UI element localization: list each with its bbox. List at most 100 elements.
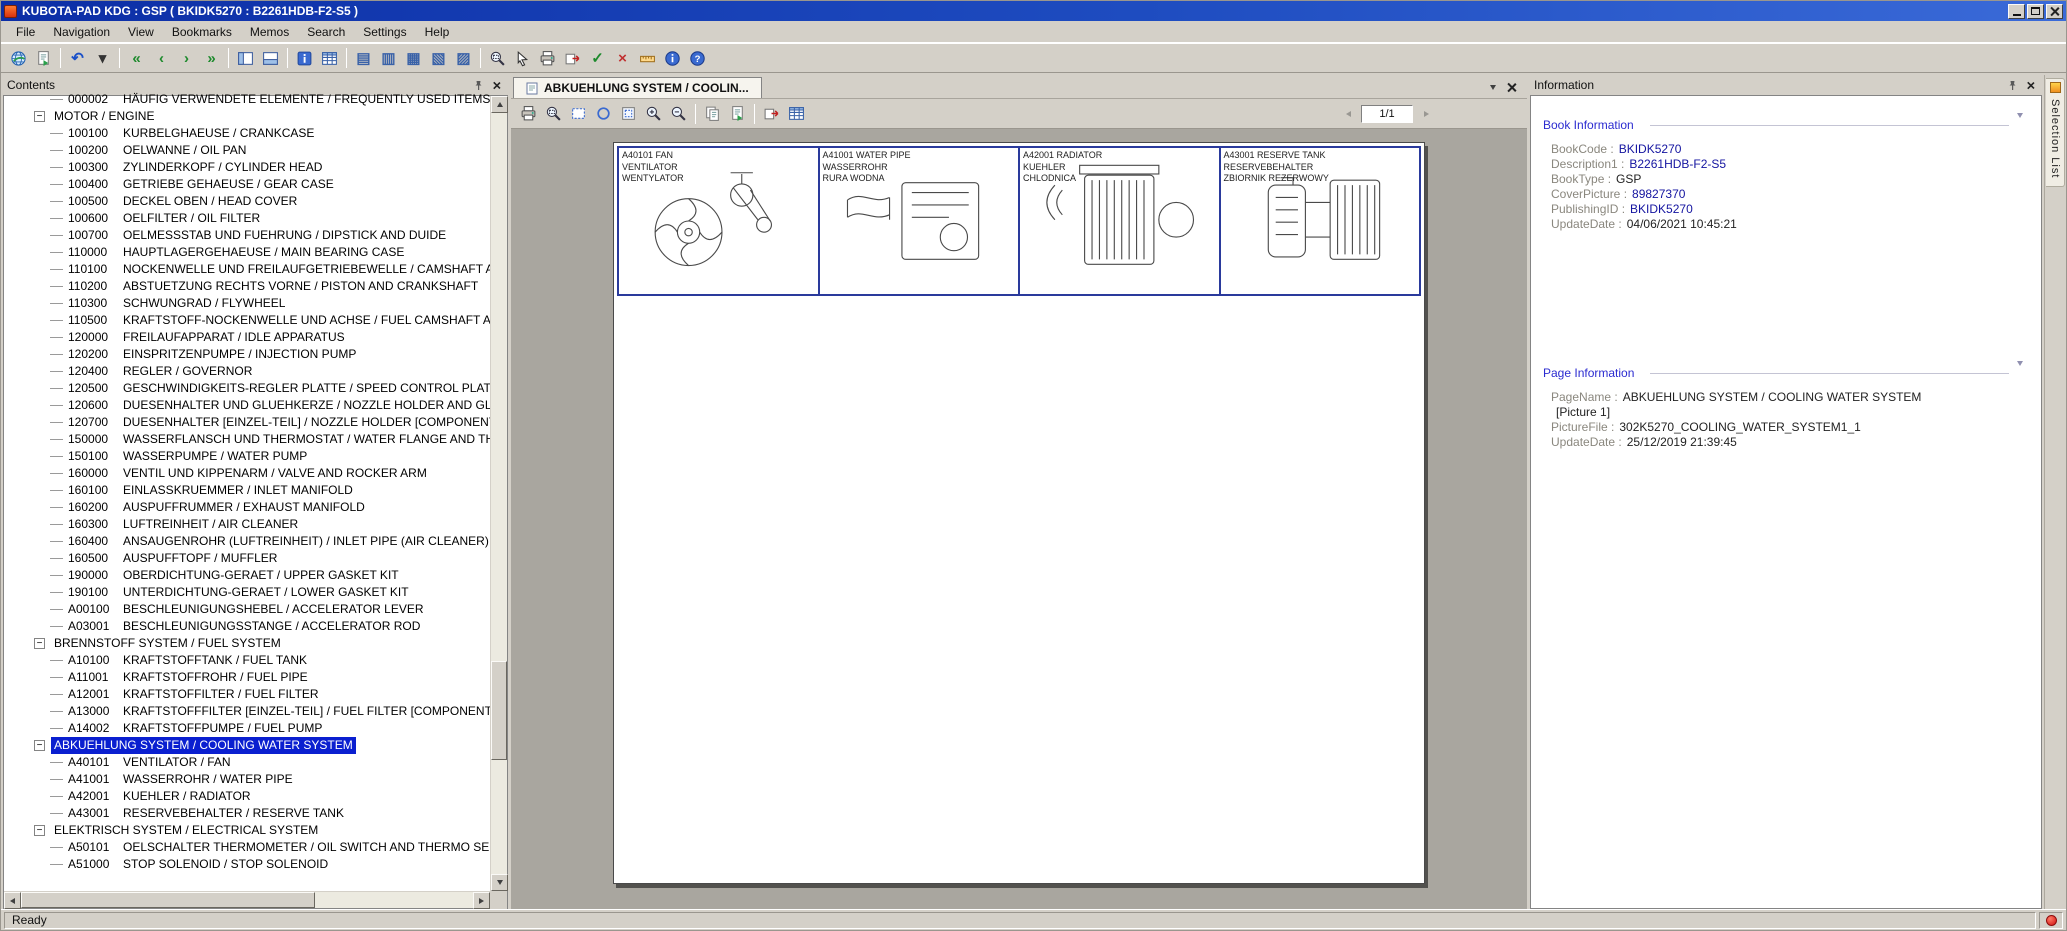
tree-item[interactable]: A43001RESERVEBEHALTER / RESERVE TANK <box>4 805 490 822</box>
tree-item[interactable]: 160000VENTIL UND KIPPENARM / VALVE AND R… <box>4 465 490 482</box>
tree-branch[interactable]: −ELEKTRISCH SYSTEM / ELECTRICAL SYSTEM <box>4 822 490 839</box>
zoom-out-icon[interactable] <box>666 102 691 126</box>
tree-item[interactable]: 160500AUSPUFFTOPF / MUFFLER <box>4 550 490 567</box>
collapse-icon[interactable]: − <box>34 740 45 751</box>
help-icon[interactable]: ? <box>685 46 710 70</box>
tree-item[interactable]: 120200EINSPRITZENPUMPE / INJECTION PUMP <box>4 346 490 363</box>
tree-branch[interactable]: −MOTOR / ENGINE <box>4 108 490 125</box>
tree-item[interactable]: 100200OELWANNE / OIL PAN <box>4 142 490 159</box>
verify-icon[interactable]: ✓ <box>585 46 610 70</box>
pointer-icon[interactable] <box>510 46 535 70</box>
tree-item[interactable]: 190000OBERDICHTUNG-GERAET / UPPER GASKET… <box>4 567 490 584</box>
part-thumbnail-A41001[interactable]: A41001 WATER PIPEWASSERROHRRURA WODNA <box>820 148 1021 294</box>
grid-view-icon[interactable]: ▦ <box>401 46 426 70</box>
select-frame-icon[interactable] <box>616 102 641 126</box>
tree-item[interactable]: 150100WASSERPUMPE / WATER PUMP <box>4 448 490 465</box>
tree-item[interactable]: 110300SCHWUNGRAD / FLYWHEEL <box>4 295 490 312</box>
shaded-view-icon[interactable]: ▧ <box>426 46 451 70</box>
horizontal-scroll-track[interactable] <box>21 892 473 908</box>
menu-settings[interactable]: Settings <box>354 22 415 42</box>
tree-item[interactable]: A40101VENTILATOR / FAN <box>4 754 490 771</box>
maximize-button[interactable] <box>2027 4 2044 19</box>
tree-item[interactable]: A41001WASSERROHR / WATER PIPE <box>4 771 490 788</box>
tab-cooling-system[interactable]: ABKUEHLUNG SYSTEM / COOLIN... <box>513 77 762 98</box>
menu-file[interactable]: File <box>7 22 44 42</box>
undo-dropdown-icon[interactable]: ▾ <box>90 46 115 70</box>
open-book-icon[interactable] <box>725 102 750 126</box>
tree-item[interactable]: 190100UNTERDICHTUNG-GERAET / LOWER GASKE… <box>4 584 490 601</box>
part-thumbnail-A43001[interactable]: A43001 RESERVE TANKRESERVEBEHALTERZBIORN… <box>1221 148 1420 294</box>
export-icon[interactable] <box>759 102 784 126</box>
dark-view-icon[interactable]: ▨ <box>451 46 476 70</box>
tree-item[interactable]: 160200AUSPUFFRUMMER / EXHAUST MANIFOLD <box>4 499 490 516</box>
vertical-scroll-thumb[interactable] <box>491 661 507 760</box>
tree-item[interactable]: 000002HÄUFIG VERWENDETE ELEMENTE / FREQU… <box>4 91 490 108</box>
tree-item[interactable]: 120600DUESENHALTER UND GLUEHKERZE / NOZZ… <box>4 397 490 414</box>
tree-item[interactable]: 100600OELFILTER / OIL FILTER <box>4 210 490 227</box>
tree-item[interactable]: 160100EINLASSKRUEMMER / INLET MANIFOLD <box>4 482 490 499</box>
tree-item[interactable]: 110100NOCKENWELLE UND FREILAUFGETRIEBEWE… <box>4 261 490 278</box>
tree-item[interactable]: 150000WASSERFLANSCH UND THERMOSTAT / WAT… <box>4 431 490 448</box>
menu-navigation[interactable]: Navigation <box>44 22 119 42</box>
collapse-icon[interactable]: − <box>34 638 45 649</box>
tree-item[interactable]: A14002KRAFTSTOFFPUMPE / FUEL PUMP <box>4 720 490 737</box>
tree-item[interactable]: 100500DECKEL OBEN / HEAD COVER <box>4 193 490 210</box>
list-view-icon[interactable]: ▤ <box>351 46 376 70</box>
tree-branch[interactable]: −BRENNSTOFF SYSTEM / FUEL SYSTEM <box>4 635 490 652</box>
tree-item[interactable]: A11001KRAFTSTOFFROHR / FUEL PIPE <box>4 669 490 686</box>
tree-item[interactable]: 160400ANSAUGENROHR (LUFTREINHEIT) / INLE… <box>4 533 490 550</box>
tree-item[interactable]: A10100KRAFTSTOFFTANK / FUEL TANK <box>4 652 490 669</box>
tree-item[interactable]: A03001BESCHLEUNIGUNGSSTANGE / ACCELERATO… <box>4 618 490 635</box>
tab-menu-button[interactable] <box>1485 80 1500 94</box>
titlebar[interactable]: KUBOTA-PAD KDG : GSP ( BKIDK5270 : B2261… <box>1 1 2066 21</box>
print-icon[interactable] <box>516 102 541 126</box>
parts-table-icon[interactable] <box>784 102 809 126</box>
tree-item[interactable]: 100100KURBELGHAEUSE / CRANKCASE <box>4 125 490 142</box>
print-icon[interactable] <box>535 46 560 70</box>
tree-item[interactable]: 120700DUESENHALTER [EINZEL-TEIL] / NOZZL… <box>4 414 490 431</box>
zoom-window-icon[interactable] <box>541 102 566 126</box>
close-panel-button[interactable] <box>2023 78 2038 92</box>
tree-item[interactable]: A42001KUEHLER / RADIATOR <box>4 788 490 805</box>
collapse-icon[interactable]: − <box>34 825 45 836</box>
tree-item[interactable]: A12001KRAFTSTOFFILTER / FUEL FILTER <box>4 686 490 703</box>
tree-item[interactable]: A13000KRAFTSTOFFFILTER [EINZEL-TEIL] / F… <box>4 703 490 720</box>
tree-item[interactable]: 100400GETRIEBE GEHAEUSE / GEAR CASE <box>4 176 490 193</box>
undo-icon[interactable]: ↶ <box>65 46 90 70</box>
loupe-icon[interactable] <box>591 102 616 126</box>
part-thumbnail-A40101[interactable]: A40101 FANVENTILATORWENTYLATOR <box>619 148 820 294</box>
tree-item[interactable]: A51000STOP SOLENOID / STOP SOLENOID <box>4 856 490 873</box>
close-button[interactable] <box>2046 4 2063 19</box>
delete-icon[interactable]: × <box>610 46 635 70</box>
minimize-button[interactable] <box>2008 4 2025 19</box>
vertical-scroll-track[interactable] <box>491 113 507 874</box>
home-globe-icon[interactable] <box>6 46 31 70</box>
tree-item[interactable]: 120000FREILAUFAPPARAT / IDLE APPARATUS <box>4 329 490 346</box>
tree-item[interactable]: 100300ZYLINDERKOPF / CYLINDER HEAD <box>4 159 490 176</box>
part-thumbnail-A42001[interactable]: A42001 RADIATORKUEHLERCHLODNICA <box>1020 148 1221 294</box>
layout-preview-icon[interactable] <box>258 46 283 70</box>
page-prev-button[interactable] <box>1340 106 1356 122</box>
fit-page-icon[interactable] <box>566 102 591 126</box>
pin-icon[interactable] <box>471 78 486 92</box>
tree-item[interactable]: 110500KRAFTSTOFF-NOCKENWELLE UND ACHSE /… <box>4 312 490 329</box>
scroll-down-button[interactable] <box>491 874 508 891</box>
nav-next-icon[interactable]: › <box>174 46 199 70</box>
tree-branch[interactable]: −ABKUEHLUNG SYSTEM / COOLING WATER SYSTE… <box>4 737 490 754</box>
horizontal-scroll-thumb[interactable] <box>21 892 315 908</box>
collapse-icon[interactable]: − <box>34 111 45 122</box>
close-panel-button[interactable] <box>489 78 504 92</box>
tree-item[interactable]: 120500GESCHWINDIGKEITS-REGLER PLATTE / S… <box>4 380 490 397</box>
pin-icon[interactable] <box>2005 78 2020 92</box>
vertical-scrollbar[interactable] <box>490 96 507 891</box>
tree-item[interactable]: 110000HAUPTLAGERGEHAEUSE / MAIN BEARING … <box>4 244 490 261</box>
measure-icon[interactable] <box>635 46 660 70</box>
nav-last-icon[interactable]: » <box>199 46 224 70</box>
tree-item[interactable]: 160300LUFTREINHEIT / AIR CLEANER <box>4 516 490 533</box>
collapse-section-button[interactable] <box>2017 118 2023 132</box>
tree-item[interactable]: 100700OELMESSSTAB UND FUEHRUNG / DIPSTIC… <box>4 227 490 244</box>
layout-contents-icon[interactable] <box>233 46 258 70</box>
menu-bookmarks[interactable]: Bookmarks <box>163 22 241 42</box>
tree-item[interactable]: 110200ABSTUETZUNG RECHTS VORNE / PISTON … <box>4 278 490 295</box>
tree-item[interactable]: A50101OELSCHALTER THERMOMETER / OIL SWIT… <box>4 839 490 856</box>
